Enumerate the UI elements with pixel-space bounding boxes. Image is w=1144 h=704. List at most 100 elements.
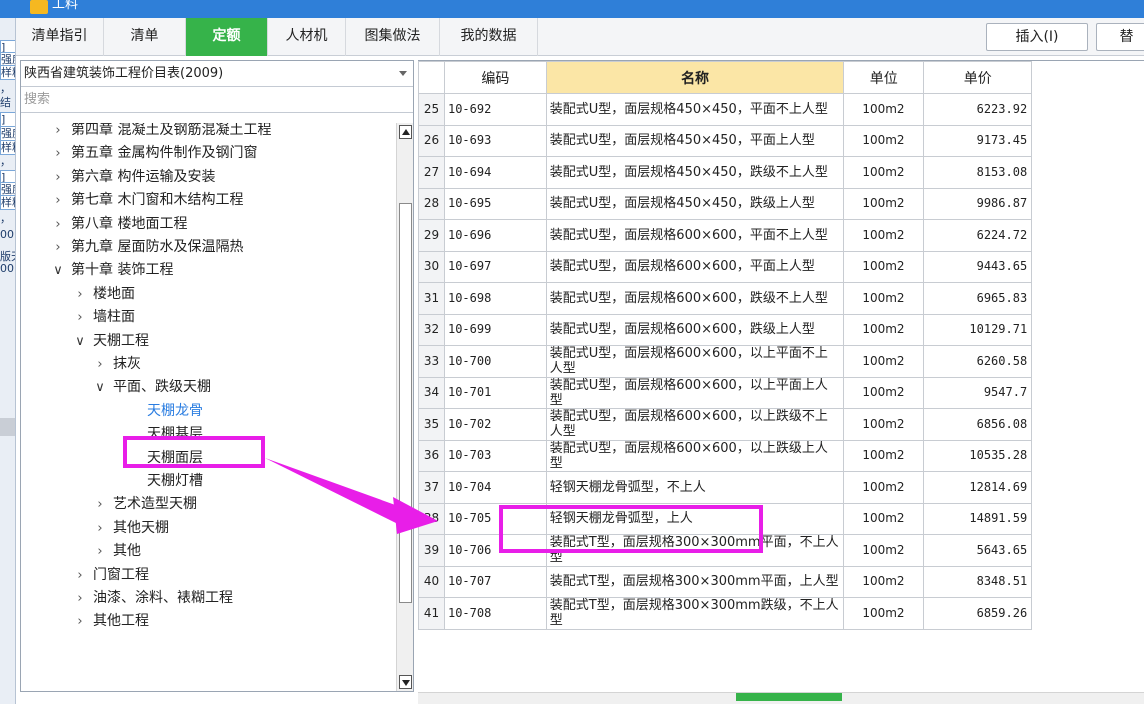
- tree-node[interactable]: ∨ 平面、跌级天棚: [21, 376, 395, 399]
- code-cell[interactable]: 10-695: [443, 187, 547, 220]
- row-index-cell[interactable]: 35: [418, 408, 445, 441]
- table-row[interactable]: 30 10-697 装配式U型，面层规格600×600，平面上人型 100m2 9443…: [418, 250, 1144, 283]
- price-cell[interactable]: 6856.08: [923, 408, 1033, 441]
- code-cell[interactable]: 10-693: [443, 124, 547, 157]
- row-index-cell[interactable]: 28: [418, 187, 445, 220]
- price-cell[interactable]: 10535.28: [923, 439, 1033, 472]
- unit-cell[interactable]: 100m2: [843, 156, 925, 189]
- horizontal-scroll-thumb[interactable]: [736, 693, 842, 701]
- header-price[interactable]: 单价: [923, 61, 1033, 94]
- tree-scrollbar[interactable]: [396, 123, 413, 691]
- price-cell[interactable]: 8348.51: [923, 565, 1033, 598]
- chevron-right-icon[interactable]: ›: [73, 564, 87, 587]
- unit-cell[interactable]: 100m2: [843, 124, 925, 157]
- table-row[interactable]: 31 10-698 装配式U型，面层规格600×600，跌级不上人型 100m2 696…: [418, 282, 1144, 315]
- code-cell[interactable]: 10-703: [443, 439, 547, 472]
- price-cell[interactable]: 8153.08: [923, 156, 1033, 189]
- chevron-down-icon[interactable]: ∨: [73, 330, 87, 353]
- library-select[interactable]: 陕西省建筑装饰工程价目表(2009): [21, 61, 413, 87]
- unit-cell[interactable]: 100m2: [843, 471, 925, 504]
- name-cell[interactable]: 装配式T型，面层规格300×300mm跌级，不上人型: [545, 597, 845, 630]
- table-horizontal-scrollbar[interactable]: [418, 692, 1144, 704]
- search-input[interactable]: 搜索: [21, 87, 413, 113]
- insert-button[interactable]: 插入(I): [986, 23, 1088, 51]
- chevron-right-icon[interactable]: ›: [73, 283, 87, 306]
- price-cell[interactable]: 9173.45: [923, 124, 1033, 157]
- name-cell[interactable]: 装配式U型，面层规格600×600，平面不上人型: [545, 219, 845, 252]
- chevron-right-icon[interactable]: ›: [51, 166, 65, 189]
- price-cell[interactable]: 9986.87: [923, 187, 1033, 220]
- chevron-right-icon[interactable]: ›: [93, 353, 107, 376]
- table-row[interactable]: 33 10-700 装配式U型，面层规格600×600，以上平面不上人型 100m2 6…: [418, 345, 1144, 378]
- unit-cell[interactable]: 100m2: [843, 313, 925, 346]
- code-cell[interactable]: 10-698: [443, 282, 547, 315]
- table-row[interactable]: 34 10-701 装配式U型，面层规格600×600，以上平面上人型 100m2 95…: [418, 376, 1144, 409]
- row-index-cell[interactable]: 39: [418, 534, 445, 567]
- row-index-cell[interactable]: 41: [418, 597, 445, 630]
- header-unit[interactable]: 单位: [843, 61, 925, 94]
- tree-node[interactable]: ∨ 天棚工程: [21, 330, 395, 353]
- row-index-cell[interactable]: 37: [418, 471, 445, 504]
- unit-cell[interactable]: 100m2: [843, 376, 925, 409]
- replace-button[interactable]: 替: [1096, 23, 1144, 51]
- chevron-right-icon[interactable]: ›: [51, 189, 65, 212]
- table-row[interactable]: 25 10-692 装配式U型，面层规格450×450，平面不上人型 100m2 622…: [418, 93, 1144, 126]
- unit-cell[interactable]: 100m2: [843, 187, 925, 220]
- chevron-right-icon[interactable]: ›: [51, 236, 65, 259]
- tree-node[interactable]: 天棚龙骨: [21, 400, 395, 423]
- name-cell[interactable]: 装配式U型，面层规格450×450，平面上人型: [545, 124, 845, 157]
- scroll-down-icon[interactable]: [399, 675, 412, 689]
- row-index-cell[interactable]: 26: [418, 124, 445, 157]
- row-index-cell[interactable]: 30: [418, 250, 445, 283]
- unit-cell[interactable]: 100m2: [843, 408, 925, 441]
- price-cell[interactable]: 6260.58: [923, 345, 1033, 378]
- code-cell[interactable]: 10-699: [443, 313, 547, 346]
- price-cell[interactable]: 10129.71: [923, 313, 1033, 346]
- code-cell[interactable]: 10-708: [443, 597, 547, 630]
- name-cell[interactable]: 装配式U型，面层规格600×600，以上跌级上人型: [545, 439, 845, 472]
- price-cell[interactable]: 6223.92: [923, 93, 1033, 126]
- tree-node[interactable]: › 第六章 构件运输及安装: [21, 166, 395, 189]
- chevron-right-icon[interactable]: ›: [51, 142, 65, 165]
- code-cell[interactable]: 10-704: [443, 471, 547, 504]
- unit-cell[interactable]: 100m2: [843, 93, 925, 126]
- name-cell[interactable]: 装配式U型，面层规格450×450，平面不上人型: [545, 93, 845, 126]
- chevron-down-icon[interactable]: ∨: [51, 259, 65, 282]
- chevron-right-icon[interactable]: ›: [93, 517, 107, 540]
- tree-node[interactable]: › 油漆、涂料、裱糊工程: [21, 587, 395, 610]
- table-row[interactable]: 32 10-699 装配式U型，面层规格600×600，跌级上人型 100m2 1012…: [418, 313, 1144, 346]
- scroll-up-icon[interactable]: [399, 125, 412, 139]
- table-row[interactable]: 27 10-694 装配式U型，面层规格450×450，跌级不上人型 100m2 815…: [418, 156, 1144, 189]
- tree-node[interactable]: › 第七章 木门窗和木结构工程: [21, 189, 395, 212]
- name-cell[interactable]: 装配式T型，面层规格300×300mm平面，上人型: [545, 565, 845, 598]
- tree-node[interactable]: ∨ 第十章 装饰工程: [21, 259, 395, 282]
- name-cell[interactable]: 装配式U型，面层规格600×600，以上跌级不上人型: [545, 408, 845, 441]
- table-row[interactable]: 26 10-693 装配式U型，面层规格450×450，平面上人型 100m2 9173…: [418, 124, 1144, 157]
- unit-cell[interactable]: 100m2: [843, 345, 925, 378]
- row-index-cell[interactable]: 34: [418, 376, 445, 409]
- name-cell[interactable]: 轻钢天棚龙骨弧型，不上人: [545, 471, 845, 504]
- chevron-right-icon[interactable]: ›: [93, 493, 107, 516]
- unit-cell[interactable]: 100m2: [843, 219, 925, 252]
- row-index-cell[interactable]: 38: [418, 502, 445, 535]
- tree-node[interactable]: 天棚灯槽: [21, 470, 395, 493]
- table-row[interactable]: 35 10-702 装配式U型，面层规格600×600，以上跌级不上人型 100m2 6…: [418, 408, 1144, 441]
- row-index-cell[interactable]: 27: [418, 156, 445, 189]
- name-cell[interactable]: 装配式U型，面层规格600×600，平面上人型: [545, 250, 845, 283]
- scroll-thumb[interactable]: [399, 203, 412, 603]
- code-cell[interactable]: 10-701: [443, 376, 547, 409]
- tab-my-data[interactable]: 我的数据: [440, 18, 538, 56]
- name-cell[interactable]: 装配式U型，面层规格600×600，跌级不上人型: [545, 282, 845, 315]
- code-cell[interactable]: 10-692: [443, 93, 547, 126]
- header-name[interactable]: 名称: [545, 61, 845, 94]
- row-index-cell[interactable]: 29: [418, 219, 445, 252]
- code-cell[interactable]: 10-707: [443, 565, 547, 598]
- tree-node[interactable]: › 其他天棚: [21, 517, 395, 540]
- tree-node[interactable]: › 第四章 混凝土及钢筋混凝土工程: [21, 123, 395, 142]
- tree-node[interactable]: › 门窗工程: [21, 564, 395, 587]
- price-cell[interactable]: 12814.69: [923, 471, 1033, 504]
- row-index-cell[interactable]: 25: [418, 93, 445, 126]
- unit-cell[interactable]: 100m2: [843, 250, 925, 283]
- tree-node[interactable]: › 抹灰: [21, 353, 395, 376]
- table-row[interactable]: 37 10-704 轻钢天棚龙骨弧型，不上人 100m2 12814.69: [418, 471, 1144, 504]
